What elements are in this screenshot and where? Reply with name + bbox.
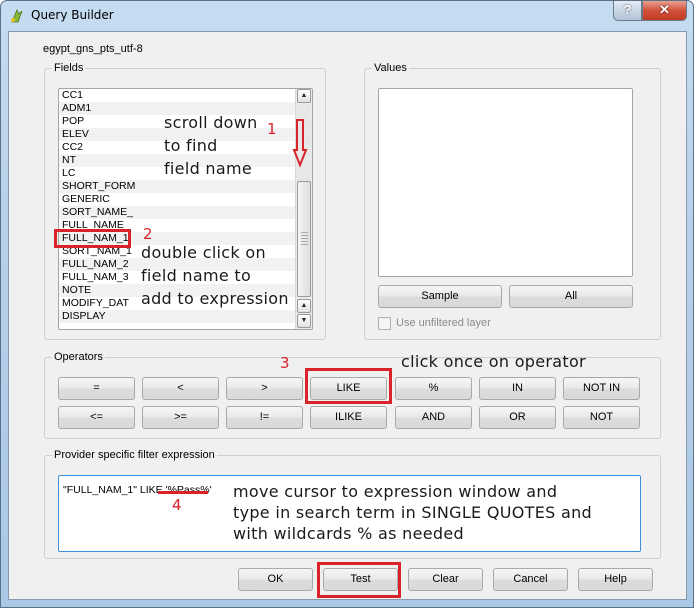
help-title-button[interactable]: ? xyxy=(613,1,642,21)
qgis-icon xyxy=(11,9,23,23)
layer-name-label: egypt_gns_pts_utf-8 xyxy=(43,43,143,55)
annotation-line: with wildcards % as needed xyxy=(233,524,464,543)
values-list[interactable] xyxy=(378,88,633,277)
fields-group-title: Fields xyxy=(52,62,86,74)
operator-button[interactable]: != xyxy=(226,406,303,429)
annotation-line: type in search term in SINGLE QUOTES and xyxy=(233,503,592,522)
operator-button[interactable]: < xyxy=(142,377,219,400)
field-item[interactable]: CC1 xyxy=(59,89,312,102)
all-button[interactable]: All xyxy=(509,285,633,308)
cancel-button[interactable]: Cancel xyxy=(493,568,568,591)
field-item[interactable]: SHORT_FORM xyxy=(59,180,312,193)
annotation-line: field name xyxy=(164,159,252,178)
use-unfiltered-layer-label: Use unfiltered layer xyxy=(396,317,491,329)
help-button[interactable]: Help xyxy=(578,568,653,591)
close-icon: ✕ xyxy=(659,2,670,17)
operators-group-title: Operators xyxy=(52,351,105,363)
annotation-line: move cursor to expression window and xyxy=(233,482,558,501)
scroll-thumb[interactable] xyxy=(297,181,311,297)
scroll-up-button-lower[interactable]: ▲ xyxy=(297,299,311,313)
annotation-line: double click on xyxy=(141,243,266,262)
annotation-step1-number: 1 xyxy=(267,120,277,138)
field-item[interactable]: GENERIC xyxy=(59,193,312,206)
operator-button[interactable]: NOT xyxy=(563,406,640,429)
operator-button[interactable]: ILIKE xyxy=(310,406,387,429)
operator-button[interactable]: NOT IN xyxy=(563,377,640,400)
highlight-test-button-box xyxy=(317,562,401,598)
expression-group-title: Provider specific filter expression xyxy=(52,449,217,461)
annotation-line: scroll down xyxy=(164,113,258,132)
close-button[interactable]: ✕ xyxy=(642,1,687,21)
highlight-field-box xyxy=(54,229,131,248)
operator-button[interactable]: <= xyxy=(58,406,135,429)
annotation-line: to find xyxy=(164,136,218,155)
field-item[interactable]: SORT_NAME_ xyxy=(59,206,312,219)
operator-button[interactable]: = xyxy=(58,377,135,400)
expression-text: "FULL_NAM_1" LIKE '%Pass%' xyxy=(63,484,212,496)
operator-button[interactable]: OR xyxy=(479,406,556,429)
title-bar[interactable]: Query Builder ? ✕ xyxy=(1,1,693,31)
annotation-step3-number: 3 xyxy=(280,354,290,372)
down-arrow-annotation-icon xyxy=(292,119,308,168)
arrow-up-icon: ▲ xyxy=(300,92,308,99)
operator-button[interactable]: >= xyxy=(142,406,219,429)
arrow-down-icon: ▼ xyxy=(300,317,308,324)
grip-icon xyxy=(301,232,308,246)
operator-button[interactable]: > xyxy=(226,377,303,400)
question-icon: ? xyxy=(623,2,632,17)
window-title: Query Builder xyxy=(31,8,114,22)
operator-button[interactable]: AND xyxy=(395,406,472,429)
scroll-down-button[interactable]: ▼ xyxy=(297,314,311,328)
checkbox-icon[interactable] xyxy=(378,317,391,330)
operator-button[interactable]: % xyxy=(395,377,472,400)
values-group-title: Values xyxy=(372,62,409,74)
arrow-up-icon: ▲ xyxy=(300,302,308,309)
sample-button[interactable]: Sample xyxy=(378,285,502,308)
annotation-step1-text: scroll down to find field name xyxy=(164,111,258,180)
values-group: Values Sample All Use unfiltered layer xyxy=(364,62,661,340)
ok-button[interactable]: OK xyxy=(238,568,313,591)
annotation-step4-text: move cursor to expression window and typ… xyxy=(233,481,592,544)
operator-button[interactable]: IN xyxy=(479,377,556,400)
annotation-line: add to expression xyxy=(141,289,289,308)
field-item[interactable]: DISPLAY xyxy=(59,310,312,323)
underline-search-term xyxy=(158,491,208,494)
highlight-operator-box xyxy=(305,368,392,404)
annotation-step3-text: click once on operator xyxy=(401,352,586,371)
scroll-up-button[interactable]: ▲ xyxy=(297,89,311,103)
annotation-step2-text: double click on field name to add to exp… xyxy=(141,241,289,310)
clear-button[interactable]: Clear xyxy=(408,568,483,591)
annotation-line: field name to xyxy=(141,266,252,285)
annotation-step4-number: 4 xyxy=(172,496,182,514)
